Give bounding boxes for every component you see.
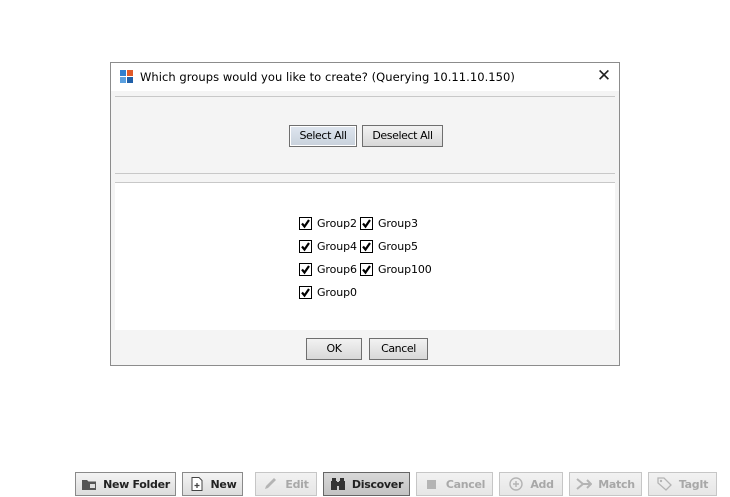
add-label: Add — [530, 477, 554, 491]
group-checkbox-grid: Group2 Group3 Group4 Group5 Group6 Group… — [299, 215, 440, 307]
checkbox-group2[interactable]: Group2 — [299, 215, 360, 231]
checkbox-label: Group0 — [317, 285, 357, 299]
checkbox-group100[interactable]: Group100 — [360, 261, 440, 277]
checkmark-icon — [301, 241, 310, 251]
checkbox-label: Group100 — [378, 262, 432, 276]
stop-icon — [426, 480, 436, 489]
toolbar-cancel-button[interactable]: Cancel — [416, 472, 493, 496]
folder-icon — [82, 480, 97, 490]
checkbox-box[interactable] — [299, 239, 312, 253]
checkbox-box[interactable] — [299, 285, 312, 299]
checkbox-group4[interactable]: Group4 — [299, 238, 360, 254]
checkbox-label: Group6 — [317, 262, 357, 276]
match-label: Match — [598, 477, 635, 491]
ok-button[interactable]: OK — [306, 338, 362, 360]
deselect-all-button[interactable]: Deselect All — [362, 125, 443, 147]
checkbox-box[interactable] — [299, 262, 312, 276]
group-list-panel: Group2 Group3 Group4 Group5 Group6 Group… — [115, 182, 615, 330]
checkbox-label: Group2 — [317, 216, 357, 230]
checkmark-icon — [301, 287, 310, 297]
edit-label: Edit — [285, 477, 309, 491]
plus-circle-icon — [509, 477, 524, 491]
create-groups-dialog: Which groups would you like to create? (… — [110, 62, 620, 366]
add-button[interactable]: Add — [499, 472, 563, 496]
dialog-titlebar[interactable]: Which groups would you like to create? (… — [111, 63, 619, 91]
checkbox-group6[interactable]: Group6 — [299, 261, 360, 277]
checkbox-group3[interactable]: Group3 — [360, 215, 440, 231]
select-all-button[interactable]: Select All — [289, 125, 357, 147]
checkmark-icon — [301, 218, 310, 228]
selection-controls-panel: Select All Deselect All — [115, 96, 615, 174]
checkbox-group5[interactable]: Group5 — [360, 238, 440, 254]
new-folder-label: New Folder — [103, 477, 170, 491]
checkbox-box[interactable] — [360, 239, 373, 253]
discover-label: Discover — [351, 477, 404, 491]
match-icon — [576, 478, 593, 490]
checkmark-icon — [362, 218, 371, 228]
checkbox-box[interactable] — [360, 262, 373, 276]
tagit-button[interactable]: TagIt — [648, 472, 717, 496]
checkmark-icon — [301, 264, 310, 274]
checkbox-label: Group4 — [317, 239, 357, 253]
checkbox-box[interactable] — [360, 216, 373, 230]
toolbar-cancel-label: Cancel — [445, 477, 486, 491]
dialog-title: Which groups would you like to create? (… — [140, 70, 515, 84]
checkbox-box[interactable] — [299, 216, 312, 230]
new-button[interactable]: New — [182, 472, 243, 496]
checkbox-label: Group5 — [378, 239, 418, 253]
cancel-button[interactable]: Cancel — [369, 338, 428, 360]
checkbox-label: Group3 — [378, 216, 418, 230]
edit-button[interactable]: Edit — [255, 472, 317, 496]
dialog-footer: OK Cancel — [111, 333, 619, 363]
new-doc-icon — [191, 477, 203, 491]
app-icon — [120, 70, 133, 83]
close-icon[interactable]: ✕ — [589, 63, 619, 91]
binoculars-icon — [330, 478, 345, 490]
match-button[interactable]: Match — [569, 472, 642, 496]
pencil-icon — [265, 478, 277, 489]
discover-button[interactable]: Discover — [323, 472, 410, 496]
new-folder-button[interactable]: New Folder — [75, 472, 176, 496]
checkmark-icon — [362, 264, 371, 274]
tagit-label: TagIt — [678, 477, 709, 491]
checkmark-icon — [362, 241, 371, 251]
checkbox-group0[interactable]: Group0 — [299, 284, 360, 300]
new-label: New — [210, 477, 237, 491]
tag-icon — [657, 477, 672, 491]
